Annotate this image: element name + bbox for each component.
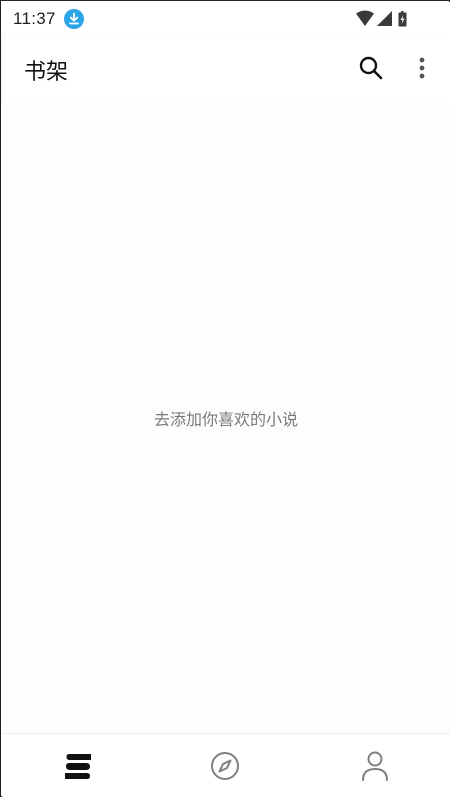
more-vert-icon bbox=[419, 57, 425, 79]
signal-icon bbox=[377, 11, 392, 26]
bookshelf-icon bbox=[65, 754, 91, 779]
status-icons bbox=[356, 10, 418, 32]
bookshelf-content: 去添加你喜欢的小说 bbox=[2, 102, 450, 733]
nav-discover[interactable] bbox=[207, 748, 243, 784]
nav-profile[interactable] bbox=[357, 748, 393, 784]
status-time: 11:37 bbox=[13, 9, 56, 28]
wifi-icon bbox=[356, 10, 374, 26]
phone-frame: 11:37 书架 去添加你喜欢的小说 bbox=[0, 0, 450, 797]
app-bar: 书架 bbox=[2, 34, 450, 102]
empty-state-message: 去添加你喜欢的小说 bbox=[153, 410, 298, 429]
compass-icon bbox=[211, 752, 239, 780]
more-options-button[interactable] bbox=[412, 54, 432, 82]
status-bar: 11:37 bbox=[2, 2, 450, 34]
page-title: 书架 bbox=[24, 60, 69, 85]
nav-bookshelf[interactable] bbox=[60, 748, 96, 784]
person-icon bbox=[362, 751, 388, 781]
search-icon bbox=[359, 56, 383, 80]
download-icon bbox=[64, 9, 84, 29]
search-button[interactable] bbox=[356, 53, 386, 83]
bottom-nav bbox=[2, 733, 450, 797]
battery-icon bbox=[398, 11, 407, 27]
